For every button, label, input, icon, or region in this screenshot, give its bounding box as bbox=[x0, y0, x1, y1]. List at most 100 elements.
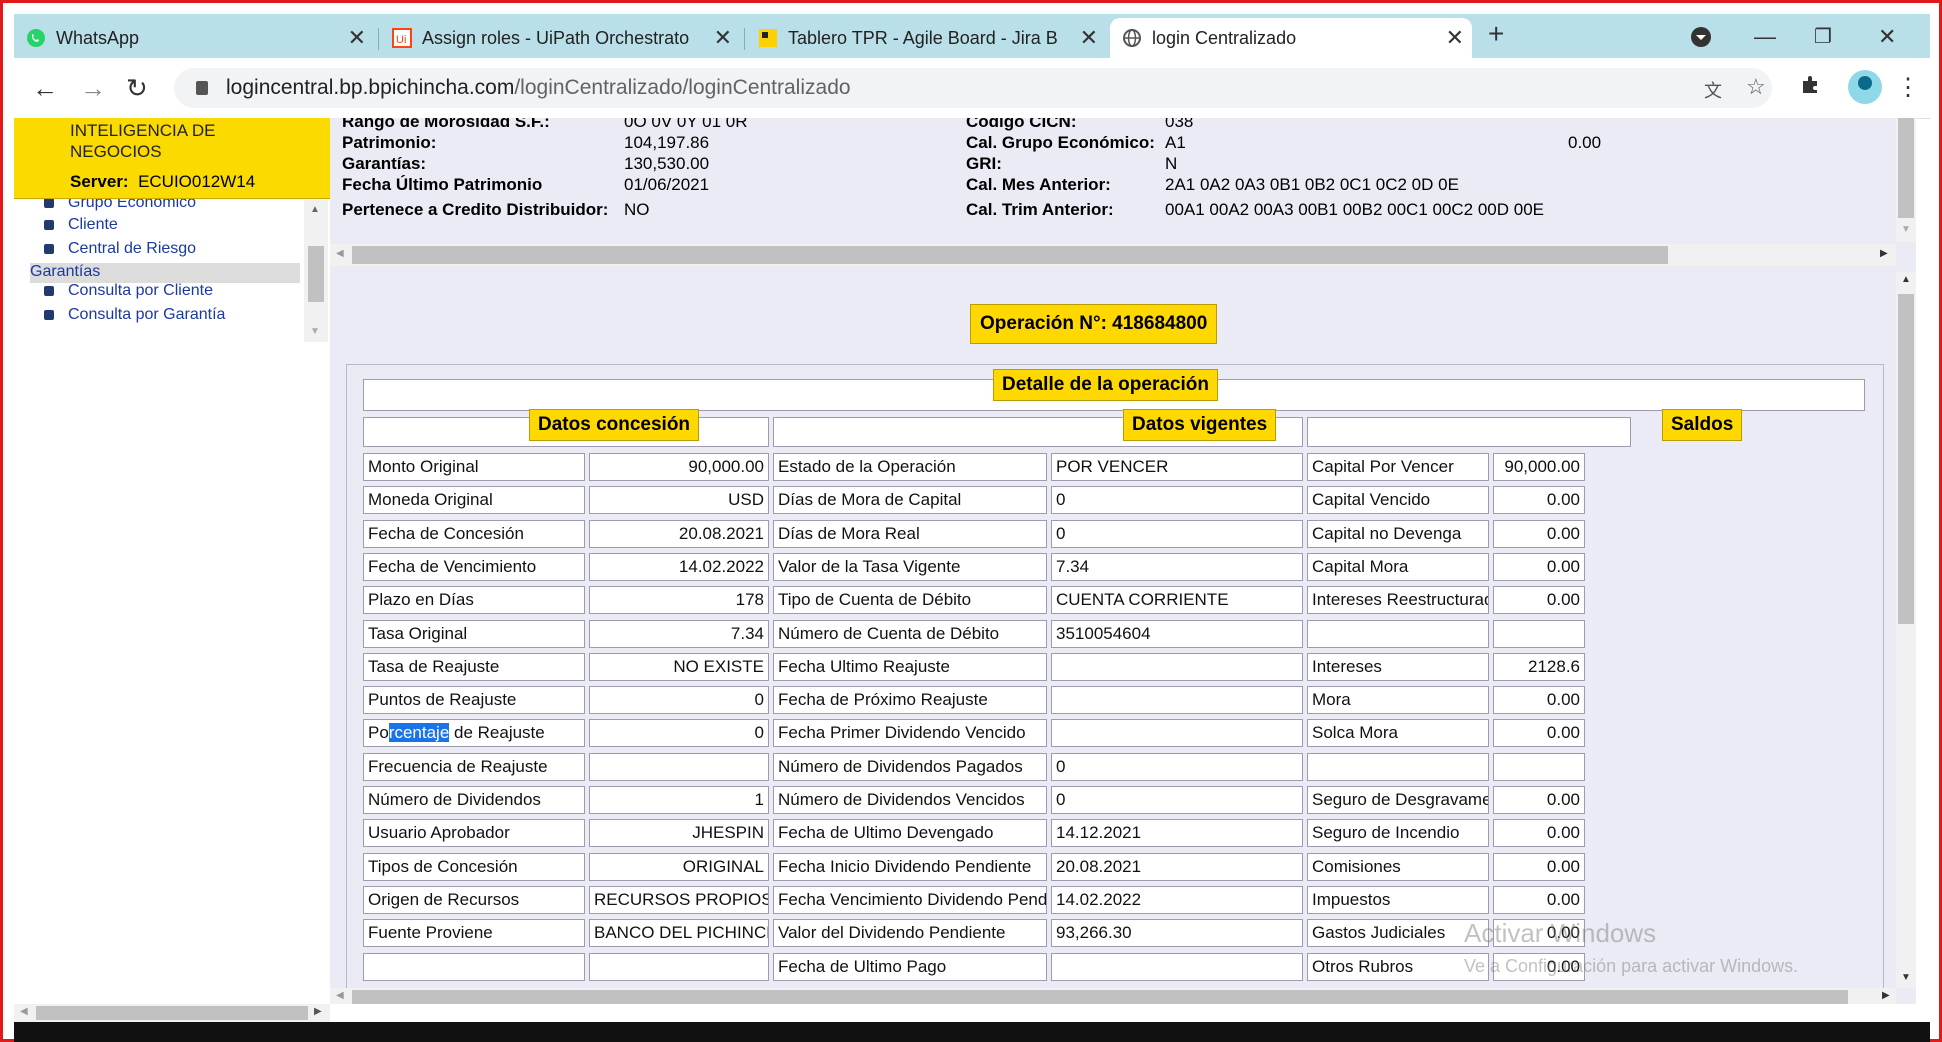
top-horizontal-scrollbar[interactable]: ◀ ▶ bbox=[330, 244, 1896, 266]
cell-concesion-label: Fecha de Concesión bbox=[363, 520, 585, 548]
menu-group-garantias[interactable]: Garantías bbox=[30, 263, 300, 283]
scroll-thumb[interactable] bbox=[1898, 294, 1914, 624]
top-vertical-scrollbar[interactable]: ▼ bbox=[1896, 118, 1916, 242]
brand-line: INTELIGENCIA DE bbox=[70, 121, 216, 140]
scroll-down-icon[interactable]: ▼ bbox=[1901, 224, 1911, 235]
cell-concesion-label: Monto Original bbox=[363, 453, 585, 481]
cell-saldos-label bbox=[1307, 753, 1489, 781]
scroll-down-icon[interactable]: ▼ bbox=[310, 326, 320, 337]
reload-icon[interactable]: ↻ bbox=[126, 73, 148, 104]
cell-vigentes-label: Fecha de Ultimo Pago bbox=[773, 953, 1047, 981]
cell-vigentes-value: CUENTA CORRIENTE bbox=[1051, 586, 1303, 614]
cell-vigentes-label: Número de Dividendos Vencidos bbox=[773, 786, 1047, 814]
scroll-thumb[interactable] bbox=[352, 246, 1668, 264]
cell-concesion-label: Frecuencia de Reajuste bbox=[363, 753, 585, 781]
cell-saldos-value: 90,000.00 bbox=[1493, 453, 1585, 481]
cell-saldos-label: Capital Vencido bbox=[1307, 486, 1489, 514]
scroll-up-icon[interactable]: ▲ bbox=[310, 204, 320, 215]
tab-whatsapp[interactable]: WhatsApp ✕ bbox=[14, 18, 374, 58]
forward-icon[interactable]: → bbox=[80, 73, 106, 104]
url-text: logincentral.bp.bpichincha.com/loginCent… bbox=[226, 76, 851, 100]
back-icon[interactable]: ← bbox=[32, 73, 58, 104]
tab-title: Assign roles - UiPath Orchestrato bbox=[422, 27, 690, 48]
tab-search-icon[interactable] bbox=[1690, 26, 1712, 54]
scroll-right-icon[interactable]: ▶ bbox=[1880, 248, 1888, 259]
menu-item-consulta-por-garantia[interactable]: Consulta por Garantía bbox=[44, 306, 225, 324]
close-icon[interactable]: ✕ bbox=[1080, 25, 1098, 51]
profile-avatar[interactable] bbox=[1848, 70, 1882, 104]
cell-vigentes-label: Días de Mora de Capital bbox=[773, 486, 1047, 514]
brand-title: INTELIGENCIA DE NEGOCIOS bbox=[70, 120, 215, 162]
left-horizontal-scrollbar[interactable]: ◀ ▶ bbox=[14, 1004, 330, 1022]
tab-login-centralizado[interactable]: login Centralizado ✕ bbox=[1110, 18, 1472, 58]
tab-title: WhatsApp bbox=[56, 27, 140, 48]
menu-item-label: Cliente bbox=[68, 216, 118, 233]
cell-vigentes-value: 0 bbox=[1051, 786, 1303, 814]
tab-jira[interactable]: Tablero TPR - Agile Board - Jira B ✕ bbox=[746, 18, 1106, 58]
cell-saldos-label: Capital Mora bbox=[1307, 553, 1489, 581]
cell-vigentes-label: Días de Mora Real bbox=[773, 520, 1047, 548]
header-cell bbox=[1307, 417, 1631, 447]
scroll-left-icon[interactable]: ◀ bbox=[336, 990, 344, 1001]
tab-uipath[interactable]: Ui Assign roles - UiPath Orchestrato ✕ bbox=[380, 18, 740, 58]
cell-saldos-value: 0.00 bbox=[1493, 819, 1585, 847]
main-vertical-scrollbar[interactable]: ▲ ▼ bbox=[1896, 272, 1916, 988]
cell-vigentes-value bbox=[1051, 719, 1303, 747]
summary-label: Código CICN: bbox=[966, 118, 1077, 131]
close-icon[interactable]: ✕ bbox=[348, 25, 366, 51]
menu-kebab-icon[interactable]: ⋮ bbox=[1896, 73, 1920, 102]
scroll-left-icon[interactable]: ◀ bbox=[336, 248, 344, 259]
main-horizontal-scrollbar[interactable]: ◀ ▶ bbox=[330, 988, 1896, 1004]
cell-saldos-value: 0.00 bbox=[1493, 586, 1585, 614]
scroll-right-icon[interactable]: ▶ bbox=[1882, 990, 1890, 1001]
translate-icon[interactable]: 文 bbox=[1704, 77, 1722, 103]
cell-concesion-label: Tipos de Concesión bbox=[363, 853, 585, 881]
menu-item-cliente[interactable]: Cliente bbox=[44, 216, 118, 234]
uipath-icon: Ui bbox=[392, 28, 412, 48]
cell-vigentes-value: POR VENCER bbox=[1051, 453, 1303, 481]
scroll-thumb[interactable] bbox=[36, 1006, 308, 1020]
scroll-up-icon[interactable]: ▲ bbox=[1901, 274, 1911, 285]
server-info: Server: ECUIO012W14 bbox=[70, 172, 255, 192]
cell-concesion-value: USD bbox=[589, 486, 769, 514]
left-frame: Grupo Económico Cliente Central de Riesg… bbox=[14, 118, 330, 1004]
restore-icon[interactable]: ❐ bbox=[1814, 24, 1832, 49]
cell-concesion-value: RECURSOS PROPIOS bbox=[589, 886, 769, 914]
tab-separator bbox=[378, 28, 379, 50]
taskbar bbox=[14, 1022, 1930, 1042]
bullet-icon bbox=[44, 310, 54, 320]
left-vertical-scrollbar[interactable]: ▲ ▼ bbox=[304, 200, 328, 342]
summary-label: Garantías: bbox=[342, 154, 427, 173]
bookmark-star-icon[interactable]: ☆ bbox=[1746, 74, 1766, 100]
cell-concesion-value: 0 bbox=[589, 686, 769, 714]
svg-text:Ui: Ui bbox=[396, 34, 406, 46]
scroll-thumb[interactable] bbox=[308, 246, 324, 302]
scroll-thumb[interactable] bbox=[1898, 118, 1914, 218]
menu-item-consulta-por-cliente[interactable]: Consulta por Cliente bbox=[44, 282, 213, 300]
close-icon[interactable]: ✕ bbox=[714, 25, 732, 51]
cell-vigentes-value: 14.02.2022 bbox=[1051, 886, 1303, 914]
scroll-thumb[interactable] bbox=[352, 990, 1848, 1004]
cell-vigentes-value bbox=[1051, 953, 1303, 981]
scroll-down-icon[interactable]: ▼ bbox=[1901, 972, 1911, 983]
close-window-icon[interactable]: ✕ bbox=[1878, 24, 1896, 50]
cell-vigentes-label: Número de Dividendos Pagados bbox=[773, 753, 1047, 781]
brand-header: INTELIGENCIA DE NEGOCIOS Server: ECUIO012… bbox=[14, 118, 330, 199]
server-value: ECUIO012W14 bbox=[138, 172, 256, 191]
menu-item-central-de-riesgo[interactable]: Central de Riesgo bbox=[44, 240, 196, 258]
scroll-left-icon[interactable]: ◀ bbox=[20, 1006, 28, 1017]
cell-concesion-label: Fecha de Vencimiento bbox=[363, 553, 585, 581]
extensions-icon[interactable] bbox=[1800, 73, 1822, 101]
minimize-icon[interactable]: — bbox=[1754, 24, 1776, 50]
new-tab-icon[interactable]: + bbox=[1488, 18, 1504, 50]
cell-vigentes-label: Estado de la Operación bbox=[773, 453, 1047, 481]
activation-watermark-title: Activar Windows bbox=[1464, 918, 1657, 948]
cell-vigentes-label: Número de Cuenta de Débito bbox=[773, 620, 1047, 648]
scroll-right-icon[interactable]: ▶ bbox=[314, 1006, 322, 1017]
cell-vigentes-value: 20.08.2021 bbox=[1051, 853, 1303, 881]
cell-vigentes-value: 14.12.2021 bbox=[1051, 819, 1303, 847]
cell-saldos-label: Capital Por Vencer bbox=[1307, 453, 1489, 481]
close-icon[interactable]: ✕ bbox=[1446, 25, 1464, 51]
summary-label: Fecha Último Patrimonio bbox=[342, 175, 543, 194]
omnibox[interactable]: logincentral.bp.bpichincha.com/loginCent… bbox=[174, 68, 1772, 108]
